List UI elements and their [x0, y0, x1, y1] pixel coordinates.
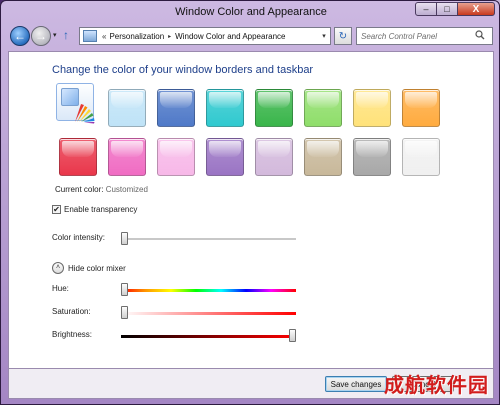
brightness-track[interactable]: [121, 335, 296, 338]
page-heading: Change the color of your window borders …: [52, 64, 314, 76]
current-color-label: Current color:: [55, 185, 104, 194]
swatch-fuchsia[interactable]: [108, 138, 146, 176]
swatch-lavender[interactable]: [255, 138, 293, 176]
swatch-pumpkin[interactable]: [402, 89, 440, 127]
control-panel-icon: [83, 30, 97, 42]
color-intensity-label: Color intensity:: [52, 233, 105, 242]
saturation-slider[interactable]: [121, 306, 128, 319]
address-dropdown-icon[interactable]: ▾: [318, 32, 330, 40]
swatch-leaf[interactable]: [255, 89, 293, 127]
address-overflow-chevron[interactable]: «: [102, 32, 106, 41]
close-button[interactable]: X: [457, 2, 495, 16]
swatch-sky[interactable]: [108, 89, 146, 127]
search-box[interactable]: [356, 27, 493, 45]
color-palette-icon: [75, 104, 95, 124]
swatch-chocolate[interactable]: [353, 138, 391, 176]
maximize-button[interactable]: □: [436, 2, 458, 16]
color-intensity-track[interactable]: [121, 238, 296, 240]
color-mixer-toggle-label[interactable]: Hide color mixer: [68, 264, 126, 273]
minimize-button[interactable]: –: [415, 2, 437, 16]
enable-transparency-checkbox[interactable]: ✔: [52, 205, 61, 214]
recent-pages-button[interactable]: ▾: [53, 31, 57, 39]
color-intensity-slider[interactable]: [121, 232, 128, 245]
hue-label: Hue:: [52, 284, 69, 293]
content-pane: Change the color of your window borders …: [8, 51, 494, 369]
brightness-label: Brightness:: [52, 330, 93, 339]
swatch-ruby[interactable]: [59, 138, 97, 176]
swatch-slate[interactable]: [402, 138, 440, 176]
swatch-violet[interactable]: [206, 138, 244, 176]
color-mixer-toggle[interactable]: ˄ Hide color mixer: [52, 262, 126, 274]
refresh-button[interactable]: ↻: [334, 27, 352, 45]
breadcrumb-separator-icon[interactable]: ▸: [168, 33, 171, 40]
search-icon[interactable]: [475, 30, 485, 42]
current-color-value: Customized: [105, 185, 148, 194]
navigation-bar: ← → ▾ ↑ « Personalization ▸ Window Color…: [1, 25, 499, 47]
title-bar: Window Color and Appearance – □ X: [1, 1, 499, 23]
collapse-chevron-icon[interactable]: ˄: [52, 262, 64, 274]
save-changes-button[interactable]: Save changes: [325, 376, 387, 392]
window: Window Color and Appearance – □ X ← → ▾ …: [0, 0, 500, 405]
window-controls: – □ X: [415, 2, 495, 16]
up-button[interactable]: ↑: [63, 28, 69, 42]
address-bar[interactable]: « Personalization ▸ Window Color and App…: [79, 27, 331, 45]
breadcrumb-personalization[interactable]: Personalization: [109, 32, 164, 41]
breadcrumb-window-color[interactable]: Window Color and Appearance: [175, 32, 285, 41]
swatch-lime[interactable]: [304, 89, 342, 127]
swatch-sea[interactable]: [206, 89, 244, 127]
swatch-blush[interactable]: [157, 138, 195, 176]
swatch-custom[interactable]: [56, 83, 95, 124]
enable-transparency-row[interactable]: ✔ Enable transparency: [52, 205, 137, 214]
watermark-text: 成航软件园: [384, 373, 489, 397]
swatch-sun[interactable]: [353, 89, 391, 127]
back-button[interactable]: ←: [10, 26, 30, 46]
saturation-label: Saturation:: [52, 307, 91, 316]
hue-slider[interactable]: [121, 283, 128, 296]
swatch-taupe[interactable]: [304, 138, 342, 176]
enable-transparency-label[interactable]: Enable transparency: [64, 205, 137, 214]
hue-track[interactable]: [121, 289, 296, 292]
brightness-slider[interactable]: [289, 329, 296, 342]
search-input[interactable]: [357, 31, 475, 41]
saturation-track[interactable]: [121, 312, 296, 315]
forward-button[interactable]: →: [31, 26, 51, 46]
swatch-twilight[interactable]: [157, 89, 195, 127]
current-color: Current color: Customized: [55, 185, 148, 194]
